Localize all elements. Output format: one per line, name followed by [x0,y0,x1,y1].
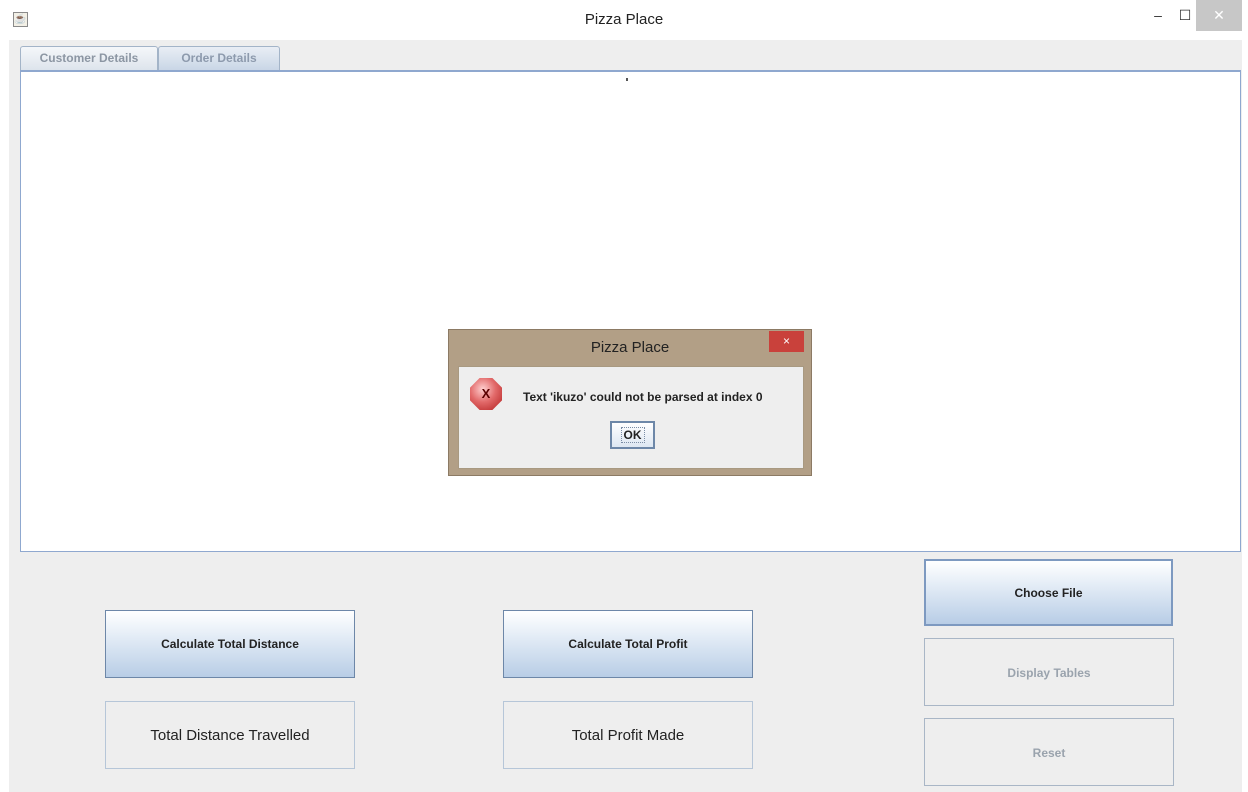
ok-button[interactable]: OK [610,421,655,449]
maximize-button[interactable]: ☐ [1172,0,1198,31]
total-distance-field: Total Distance Travelled [105,701,355,769]
dialog-close-button[interactable]: × [769,331,804,352]
tab-order-details[interactable]: Order Details [158,46,280,70]
error-dialog: Pizza Place × X Text 'ikuzo' could not b… [448,329,812,476]
dialog-body: X Text 'ikuzo' could not be parsed at in… [458,366,804,469]
choose-file-button[interactable]: Choose File [924,559,1173,626]
window-title: Pizza Place [584,11,664,28]
error-icon: X [470,378,502,410]
dialog-title: Pizza Place [590,339,670,356]
order-details-panel [20,70,1241,552]
tab-customer-details[interactable]: Customer Details [20,46,158,70]
dialog-message: Text 'ikuzo' could not be parsed at inde… [523,390,763,404]
minimize-button[interactable]: ‒ [1145,0,1171,31]
ok-label: OK [620,427,645,443]
total-profit-field: Total Profit Made [503,701,753,769]
cursor-mark [626,78,628,81]
title-bar: ☕ Pizza Place ‒ ☐ ✕ [0,0,1248,40]
reset-button[interactable]: Reset [924,718,1174,786]
calculate-total-distance-button[interactable]: Calculate Total Distance [105,610,355,678]
display-tables-button[interactable]: Display Tables [924,638,1174,706]
close-button[interactable]: ✕ [1196,0,1242,31]
calculate-total-profit-button[interactable]: Calculate Total Profit [503,610,753,678]
